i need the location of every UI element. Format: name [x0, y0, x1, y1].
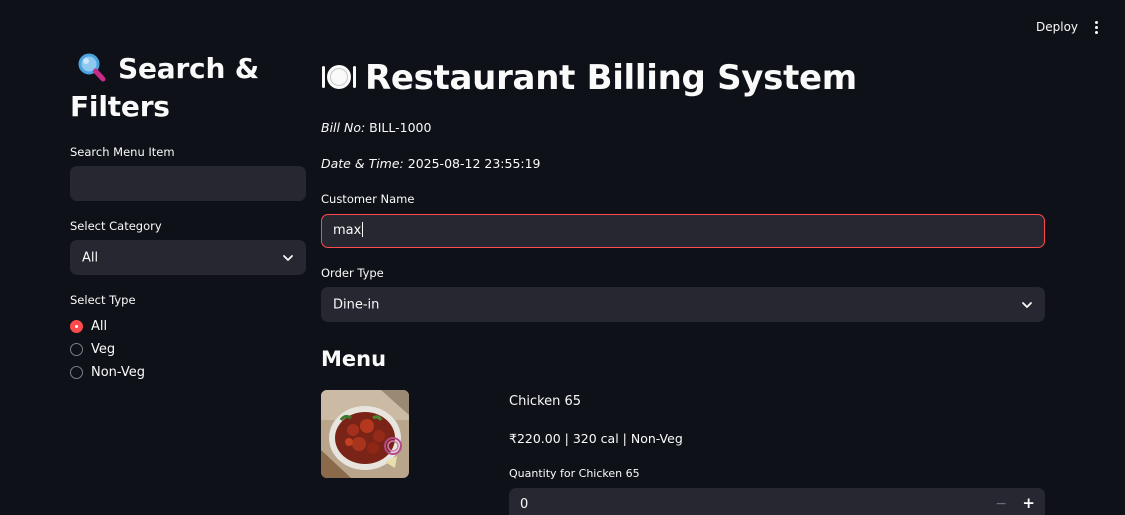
category-label: Select Category	[70, 219, 162, 233]
order-type-selected-value: Dine-in	[333, 297, 380, 312]
order-type-select[interactable]: Dine-in	[321, 287, 1045, 322]
menu-heading: Menu	[321, 347, 387, 371]
radio-option-veg[interactable]: Veg	[70, 340, 115, 358]
radio-label-non-veg: Non-Veg	[91, 364, 145, 380]
customer-name-label: Customer Name	[321, 192, 415, 206]
app-page: Search & Filters Search Menu Item Select…	[0, 0, 1125, 515]
menu-item-details: ₹220.00 | 320 cal | Non-Veg	[509, 431, 683, 446]
radio-button-selected[interactable]	[70, 319, 83, 333]
kebab-menu-icon[interactable]	[1090, 20, 1102, 36]
magnifying-glass-icon	[76, 52, 106, 82]
sidebar: Search & Filters Search Menu Item Select…	[0, 0, 330, 515]
bill-number: Bill No: BILL-1000	[321, 120, 431, 135]
deploy-button[interactable]: Deploy	[1036, 20, 1078, 34]
menu-item-name: Chicken 65	[509, 394, 582, 409]
text-caret	[362, 222, 364, 237]
datetime-value: 2025-08-12 23:55:19	[407, 156, 541, 171]
chicken-65-image	[321, 390, 409, 478]
category-select[interactable]: All	[70, 240, 306, 275]
radio-option-non-veg[interactable]: Non-Veg	[70, 363, 145, 381]
radio-option-all[interactable]: All	[70, 317, 107, 335]
bill-number-value: BILL-1000	[369, 120, 432, 135]
radio-label-all: All	[91, 318, 108, 334]
bill-datetime: Date & Time: 2025-08-12 23:55:19	[321, 156, 541, 171]
bill-number-label: Bill No:	[321, 120, 366, 135]
plate-cutlery-icon	[321, 60, 357, 89]
search-label: Search Menu Item	[70, 145, 175, 159]
quantity-stepper[interactable]: 0 − +	[509, 488, 1045, 515]
sidebar-title: Search & Filters	[70, 50, 310, 126]
minus-icon[interactable]: −	[995, 496, 1007, 512]
search-input[interactable]	[70, 166, 306, 201]
chevron-down-icon	[282, 252, 294, 264]
chevron-down-icon	[1021, 299, 1033, 311]
radio-button[interactable]	[70, 342, 83, 356]
plus-icon[interactable]: +	[1022, 494, 1035, 512]
page-title-text: Restaurant Billing System	[365, 58, 857, 98]
category-selected-value: All	[82, 250, 99, 265]
radio-button[interactable]	[70, 365, 83, 379]
type-label: Select Type	[70, 293, 136, 307]
page-title: Restaurant Billing System	[321, 58, 857, 98]
customer-name-input[interactable]: max	[321, 214, 1045, 248]
datetime-label: Date & Time:	[321, 156, 404, 171]
customer-name-value: max	[333, 223, 362, 238]
radio-label-veg: Veg	[91, 341, 116, 357]
quantity-label: Quantity for Chicken 65	[509, 467, 640, 480]
order-type-label: Order Type	[321, 266, 384, 280]
quantity-value: 0	[520, 497, 529, 512]
